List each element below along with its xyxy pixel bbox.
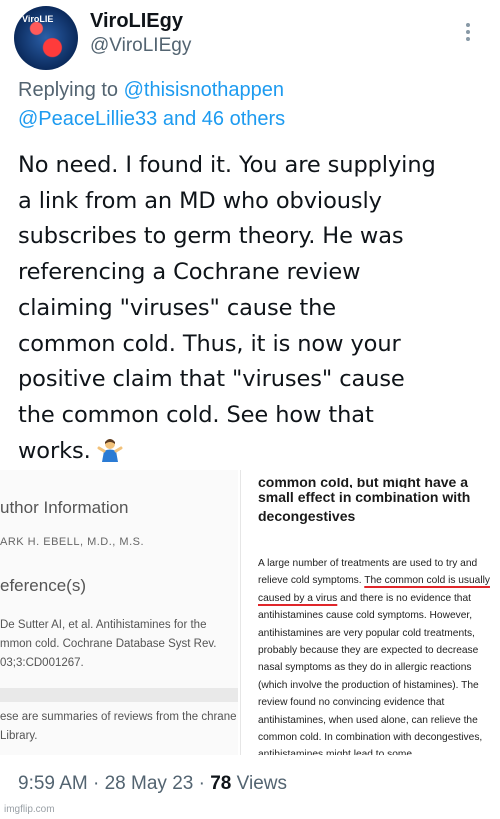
views-count: 78 <box>210 773 232 794</box>
citation-text: De Sutter AI, et al. Antihistamines for … <box>0 619 217 669</box>
attached-images[interactable]: uthor Information ARK H. EBELL, M.D., M.… <box>0 470 500 755</box>
author-name-line: ARK H. EBELL, M.D., M.S. <box>0 536 145 548</box>
review-heading-main: small effect in combination with deconge… <box>258 489 471 524</box>
summary-note: ese are summaries of reviews from the ch… <box>0 711 237 742</box>
avatar[interactable]: ViroLIE <box>14 6 78 70</box>
avatar-logo-text: ViroLIE <box>22 14 54 24</box>
others-link[interactable]: and 46 others <box>157 108 285 130</box>
author-information-heading: uthor Information <box>0 498 129 517</box>
review-paragraph: A large number of treatments are used to… <box>258 555 493 755</box>
tweet-metadata: 9:59 AM · 28 May 23 · 78 Views <box>18 773 287 795</box>
separator-dot: · <box>193 773 211 794</box>
review-heading-cut: common cold, but might have a <box>258 478 469 488</box>
attached-image-left[interactable]: uthor Information ARK H. EBELL, M.D., M.… <box>0 470 238 755</box>
mention-link-1[interactable]: @thisisnothappen <box>124 79 284 101</box>
replying-to-line: Replying to @thisisnothappen @PeaceLilli… <box>18 76 285 134</box>
references-heading: eference(s) <box>0 576 86 595</box>
more-options-icon[interactable] <box>466 20 472 44</box>
user-handle[interactable]: @ViroLIEgy <box>90 35 191 57</box>
tweet-body: No need. I found it. You are supplying a… <box>18 152 436 464</box>
review-paragraph-part-b: and there is no evidence that antihistam… <box>258 592 483 755</box>
imgflip-watermark: imgflip.com <box>4 804 55 815</box>
tweet-time[interactable]: 9:59 AM <box>18 773 88 794</box>
display-name[interactable]: ViroLIEgy <box>90 10 183 33</box>
tweet-date[interactable]: 28 May 23 <box>105 773 194 794</box>
views-label: Views <box>231 773 287 794</box>
mention-link-2[interactable]: @PeaceLillie33 <box>18 108 157 130</box>
replying-to-prefix: Replying to <box>18 79 124 101</box>
review-heading: common cold, but might have a small effe… <box>258 478 496 526</box>
attached-image-right[interactable]: common cold, but might have a small effe… <box>240 470 499 755</box>
image-shade-band <box>0 688 238 702</box>
separator-dot: · <box>87 773 105 794</box>
person-shrugging-icon <box>97 438 123 462</box>
tweet-text: No need. I found it. You are supplying a… <box>18 148 493 469</box>
